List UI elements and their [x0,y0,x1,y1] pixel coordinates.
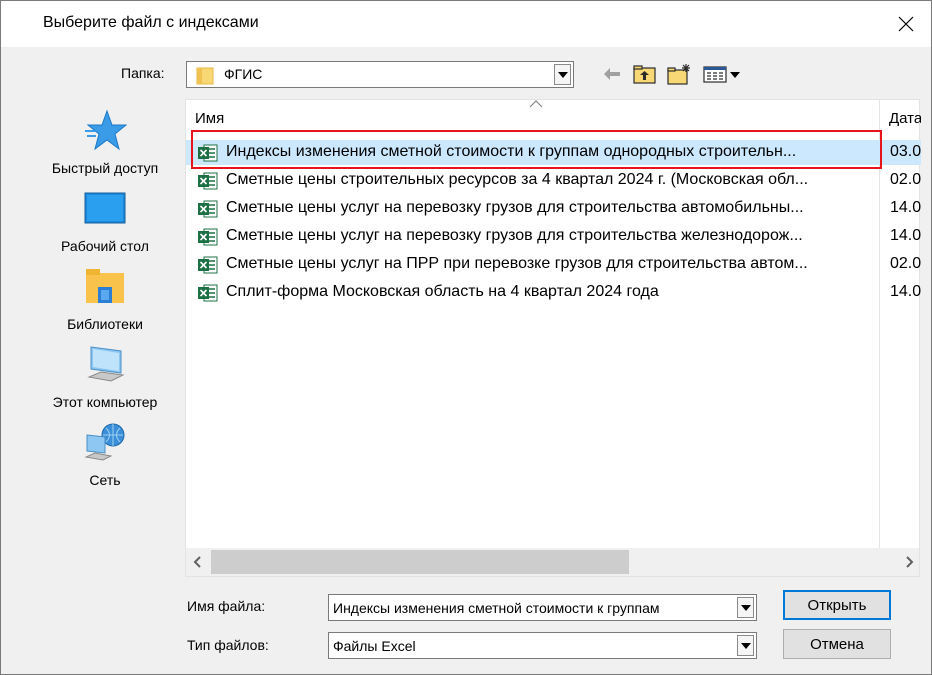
folder-dropdown-arrow[interactable] [554,64,571,85]
new-folder-icon [667,64,690,85]
new-folder-button[interactable] [666,63,694,85]
scrollbar-thumb[interactable] [211,550,629,574]
excel-file-icon [198,228,218,246]
excel-file-icon [198,256,218,274]
file-row[interactable]: Сплит-форма Московская область на 4 квар… [186,280,921,305]
file-name: Сметные цены услуг на перевозку грузов д… [226,199,804,216]
place-desktop[interactable]: Рабочий стол [25,187,185,261]
filename-dropdown-arrow[interactable] [737,597,754,618]
filetype-value: Файлы Excel [333,638,416,654]
place-label: Сеть [89,472,121,488]
places-bar: Быстрый доступ Рабочий стол Библиотеки Э… [25,99,185,579]
file-date: 02.0 [890,171,921,188]
excel-file-icon [198,172,218,190]
place-libraries[interactable]: Библиотеки [25,265,185,339]
title-bar: Выберите файл с индексами [1,1,931,47]
place-label: Библиотеки [67,316,143,332]
this-pc-icon [87,346,125,382]
file-name: Индексы изменения сметной стоимости к гр… [226,143,797,160]
file-name: Сметные цены услуг на ПРР при перевозке … [226,255,808,272]
folder-combo[interactable]: ФГИС [186,61,574,88]
file-row[interactable]: Сметные цены строительных ресурсов за 4 … [186,168,921,193]
excel-file-icon [198,144,218,162]
file-row[interactable]: Индексы изменения сметной стоимости к гр… [186,140,921,165]
network-icon [84,423,125,461]
file-date: 14.0 [890,283,921,300]
open-button[interactable]: Открыть [783,590,891,620]
file-name: Сметные цены строительных ресурсов за 4 … [226,171,809,188]
view-menu-button[interactable] [702,63,742,85]
quick-access-star-icon [85,109,127,151]
folder-up-icon [633,65,656,84]
place-label: Быстрый доступ [51,160,159,176]
back-button[interactable] [601,63,623,85]
column-header-date[interactable]: Дата [889,110,921,127]
scroll-right-icon[interactable] [902,554,916,570]
filetype-dropdown-arrow[interactable] [737,635,754,656]
file-row[interactable]: Сметные цены услуг на ПРР при перевозке … [186,252,921,277]
libraries-icon [86,269,124,303]
back-arrow-icon [604,68,620,80]
excel-file-icon [198,284,218,302]
scroll-left-icon[interactable] [191,554,205,570]
desktop-icon [84,192,126,224]
cancel-button[interactable]: Отмена [783,629,891,659]
file-name: Сметные цены услуг на перевозку грузов д… [226,227,803,244]
column-header-name[interactable]: Имя [195,110,224,127]
file-name: Сплит-форма Московская область на 4 квар… [226,283,659,300]
place-label: Этот компьютер [52,394,158,410]
filetype-label: Тип файлов: [187,637,269,653]
close-button[interactable] [887,7,925,41]
file-date: 14.0 [890,199,921,216]
filename-combo[interactable]: Индексы изменения сметной стоимости к гр… [328,594,757,621]
file-date: 03.0 [890,143,921,160]
place-this-pc[interactable]: Этот компьютер [25,343,185,417]
filename-input[interactable]: Индексы изменения сметной стоимости к гр… [333,600,729,616]
folder-label: Папка: [121,65,165,81]
filetype-combo[interactable]: Файлы Excel [328,632,757,659]
file-row[interactable]: Сметные цены услуг на перевозку грузов д… [186,224,921,249]
file-open-dialog: Выберите файл с индексами Папка: ФГИС Бы… [0,0,932,675]
dialog-title: Выберите файл с индексами [43,14,259,31]
sort-ascending-icon [529,100,543,108]
place-quick-access[interactable]: Быстрый доступ [25,109,185,183]
place-label: Рабочий стол [61,238,149,254]
place-network[interactable]: Сеть [25,421,185,495]
file-row[interactable]: Сметные цены услуг на перевозку грузов д… [186,196,921,221]
up-folder-button[interactable] [632,63,658,85]
folder-icon [196,67,214,85]
folder-name: ФГИС [224,66,263,82]
excel-file-icon [198,200,218,218]
file-list[interactable]: Имя Дата Индексы изменения сметной стоим… [185,99,921,577]
file-date: 14.0 [890,227,921,244]
filename-label: Имя файла: [187,598,266,614]
horizontal-scrollbar[interactable] [186,548,919,576]
view-menu-icon [703,66,740,83]
close-icon [898,16,914,32]
file-date: 02.0 [890,255,921,272]
